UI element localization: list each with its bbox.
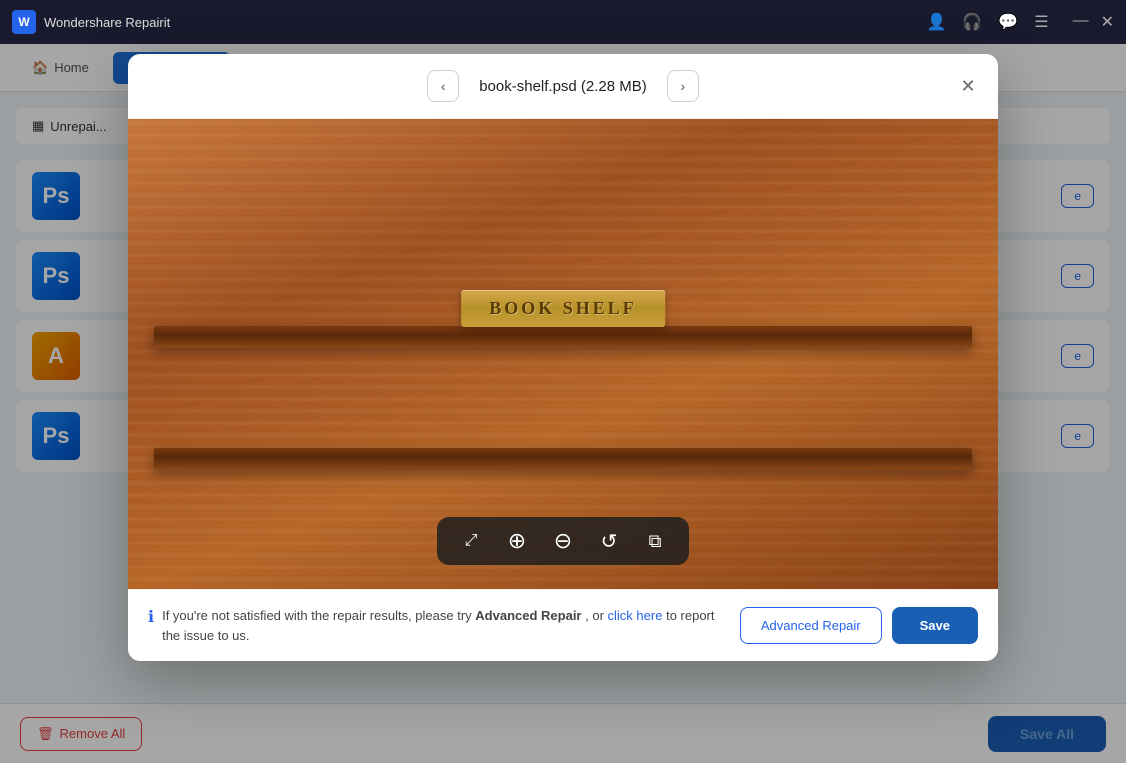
footer-message: If you're not satisfied with the repair … xyxy=(162,606,728,645)
fullscreen-icon[interactable]: ⤢ xyxy=(457,527,485,555)
next-file-button[interactable]: › xyxy=(667,70,699,102)
modal-image-area: BOOK SHELF ⤢ ⊕ ⊖ ↺ ⧉ xyxy=(128,119,998,589)
shelf-sign: BOOK SHELF xyxy=(461,290,665,327)
footer-actions: Advanced Repair Save xyxy=(740,607,978,644)
footer-info: ℹ If you're not satisfied with the repai… xyxy=(148,606,728,645)
image-toolbar: ⤢ ⊕ ⊖ ↺ ⧉ xyxy=(437,517,689,565)
titlebar-action-icons: 👤 🎧 💬 ☰ xyxy=(926,12,1048,32)
save-button[interactable]: Save xyxy=(892,607,978,644)
app-title: Wondershare Repairit xyxy=(44,15,918,30)
info-icon: ℹ xyxy=(148,607,154,627)
chat-icon[interactable]: 💬 xyxy=(998,12,1018,32)
zoom-in-icon[interactable]: ⊕ xyxy=(503,527,531,555)
modal-overlay: ‹ book-shelf.psd (2.28 MB) › ✕ xyxy=(0,44,1126,763)
modal-navigation: ‹ book-shelf.psd (2.28 MB) › xyxy=(427,70,699,102)
modal-filename: book-shelf.psd (2.28 MB) xyxy=(479,78,647,95)
modal-header: ‹ book-shelf.psd (2.28 MB) › ✕ xyxy=(128,54,998,119)
close-icon: ✕ xyxy=(960,76,975,97)
app-area: 🏠 Home 📋 File Repair ▦ Unrepai... Ps e P… xyxy=(0,44,1126,763)
prev-file-button[interactable]: ‹ xyxy=(427,70,459,102)
headset-icon[interactable]: 🎧 xyxy=(962,12,982,32)
click-here-link[interactable]: click here xyxy=(608,608,663,623)
preview-modal: ‹ book-shelf.psd (2.28 MB) › ✕ xyxy=(128,54,998,661)
zoom-out-icon[interactable]: ⊖ xyxy=(549,527,577,555)
chevron-right-icon: › xyxy=(680,78,685,94)
window-controls: — ✕ xyxy=(1073,12,1114,32)
chevron-left-icon: ‹ xyxy=(441,78,446,94)
menu-icon[interactable]: ☰ xyxy=(1034,12,1048,32)
advanced-repair-text: Advanced Repair xyxy=(475,608,581,623)
close-button[interactable]: ✕ xyxy=(1101,12,1114,32)
titlebar: W Wondershare Repairit 👤 🎧 💬 ☰ — ✕ xyxy=(0,0,1126,44)
advanced-repair-button[interactable]: Advanced Repair xyxy=(740,607,882,644)
copy-icon[interactable]: ⧉ xyxy=(641,527,669,555)
account-icon[interactable]: 👤 xyxy=(926,12,946,32)
modal-close-button[interactable]: ✕ xyxy=(954,72,982,100)
app-logo: W xyxy=(12,10,36,34)
rotate-left-icon[interactable]: ↺ xyxy=(595,527,623,555)
shelf-top-board xyxy=(154,326,972,348)
minimize-button[interactable]: — xyxy=(1073,12,1089,32)
shelf-bottom-board xyxy=(154,448,972,470)
modal-footer: ℹ If you're not satisfied with the repai… xyxy=(128,589,998,661)
